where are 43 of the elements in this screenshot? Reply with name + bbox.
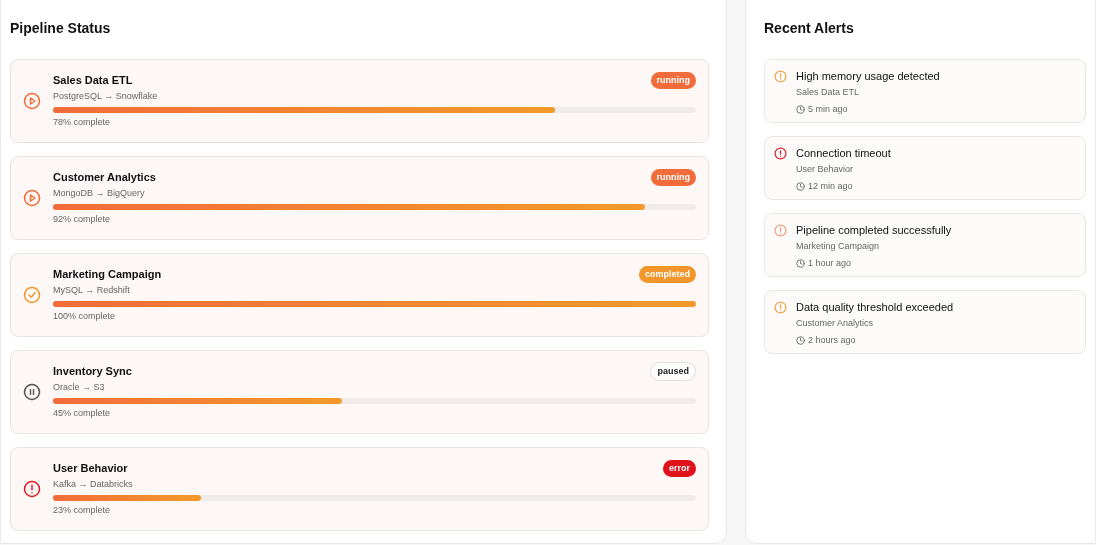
progress-text: 45% complete <box>53 407 112 420</box>
pipeline-route: PostgreSQL → Snowflake <box>53 89 159 103</box>
panel-title: Pipeline Status <box>10 19 112 38</box>
progress-text: 92% complete <box>53 213 112 226</box>
play-icon <box>23 189 41 207</box>
status-badge: running <box>650 168 696 187</box>
clock-icon <box>796 104 805 114</box>
pipeline-route: Oracle → S3 <box>53 380 106 394</box>
pipeline-name: Sales Data ETL <box>53 73 133 89</box>
alert-title: Connection timeout <box>796 146 891 160</box>
pause-icon <box>23 383 41 401</box>
progress-text: 23% complete <box>53 504 112 517</box>
progress-text: 100% complete <box>53 310 117 323</box>
alert-pipeline: Sales Data ETL <box>796 86 861 99</box>
pipeline-name: Marketing Campaign <box>53 267 162 283</box>
alert-pipeline: Customer Analytics <box>796 317 875 330</box>
status-badge: running <box>650 71 696 90</box>
alert-title: Pipeline completed successfully <box>796 223 952 237</box>
alert-time: 12 min ago <box>808 179 853 193</box>
pipeline-route: Kafka → Databricks <box>53 477 134 491</box>
pipeline-name: Customer Analytics <box>53 170 156 186</box>
alert-time: 2 hours ago <box>808 333 856 347</box>
pipeline-route: MongoDB → BigQuery <box>53 186 146 200</box>
pipeline-name: User Behavior <box>53 461 128 477</box>
status-badge: paused <box>650 361 696 382</box>
alert-time: 5 min ago <box>808 102 848 116</box>
alert-time: 1 hour ago <box>808 256 852 270</box>
alert-pipeline: User Behavior <box>796 163 855 176</box>
panel-title: Recent Alerts <box>764 19 855 38</box>
clock-icon <box>796 258 805 268</box>
alert-title: High memory usage detected <box>796 69 940 83</box>
pipeline-name: Inventory Sync <box>53 364 132 380</box>
status-badge: error <box>663 459 696 478</box>
alert-pipeline: Marketing Campaign <box>796 240 881 253</box>
clock-icon <box>796 181 805 191</box>
status-badge: completed <box>639 265 696 284</box>
progress-text: 78% complete <box>53 116 112 129</box>
play-icon <box>23 92 41 110</box>
check-circle-icon <box>23 286 41 304</box>
clock-icon <box>796 335 805 345</box>
pipeline-route: MySQL → Redshift <box>53 283 131 297</box>
alert-title: Data quality threshold exceeded <box>796 300 954 314</box>
alert-icon <box>23 480 41 498</box>
